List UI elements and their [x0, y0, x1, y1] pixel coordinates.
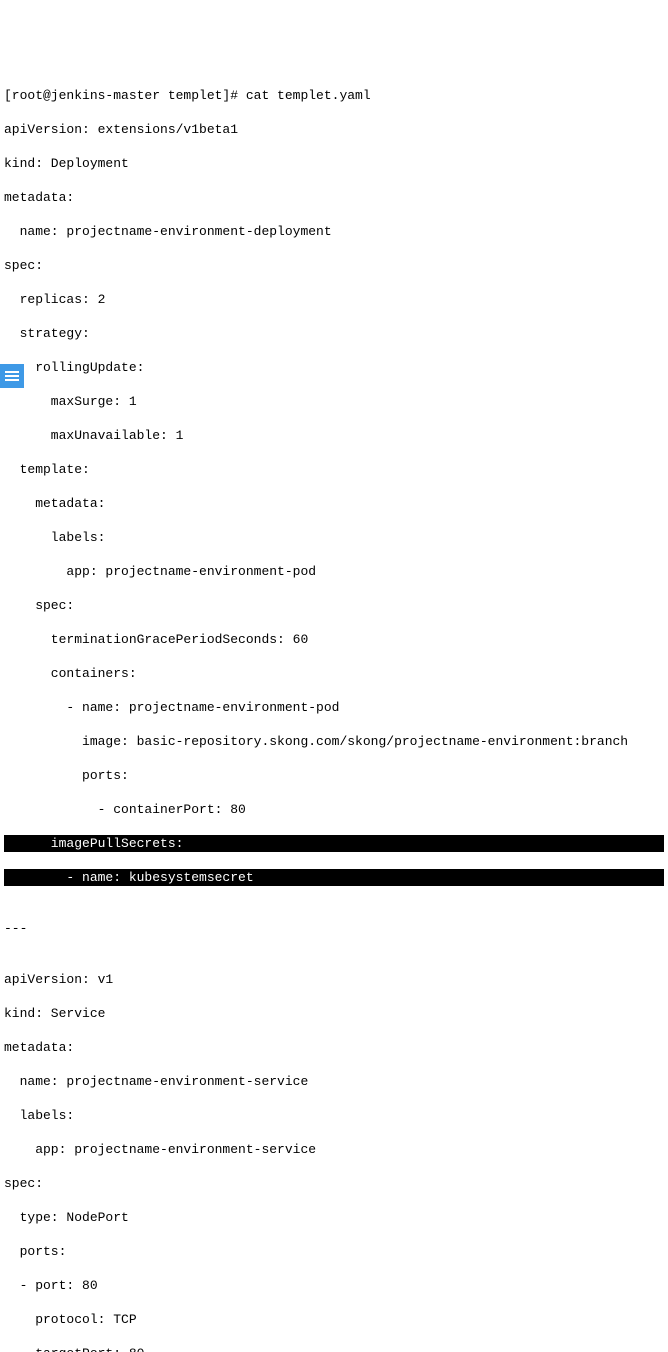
yaml-line: labels:	[4, 1107, 664, 1124]
yaml-line: ports:	[4, 1243, 664, 1260]
yaml-line: strategy:	[4, 325, 664, 342]
prompt-line: [root@jenkins-master templet]# cat templ…	[4, 87, 664, 104]
terminal-output[interactable]: [root@jenkins-master templet]# cat templ…	[0, 68, 668, 1352]
yaml-line: - port: 80	[4, 1277, 664, 1294]
yaml-line: targetPort: 80	[4, 1345, 664, 1352]
yaml-line: apiVersion: v1	[4, 971, 664, 988]
side-panel-toggle[interactable]	[0, 364, 24, 388]
yaml-line: metadata:	[4, 495, 664, 512]
yaml-line: metadata:	[4, 1039, 664, 1056]
yaml-line: kind: Deployment	[4, 155, 664, 172]
yaml-line: ports:	[4, 767, 664, 784]
yaml-separator: ---	[4, 920, 664, 937]
yaml-line: protocol: TCP	[4, 1311, 664, 1328]
yaml-line: containers:	[4, 665, 664, 682]
yaml-line: spec:	[4, 597, 664, 614]
yaml-line: replicas: 2	[4, 291, 664, 308]
yaml-line: - name: projectname-environment-pod	[4, 699, 664, 716]
yaml-line: app: projectname-environment-service	[4, 1141, 664, 1158]
yaml-line: metadata:	[4, 189, 664, 206]
yaml-line: name: projectname-environment-deployment	[4, 223, 664, 240]
yaml-line: labels:	[4, 529, 664, 546]
yaml-line: image: basic-repository.skong.com/skong/…	[4, 733, 664, 750]
yaml-line: maxSurge: 1	[4, 393, 664, 410]
yaml-line: spec:	[4, 1175, 664, 1192]
yaml-line: type: NodePort	[4, 1209, 664, 1226]
yaml-line: template:	[4, 461, 664, 478]
yaml-line: spec:	[4, 257, 664, 274]
hamburger-icon	[5, 371, 19, 381]
highlighted-yaml-line: - name: kubesystemsecret	[4, 869, 664, 886]
yaml-line: rollingUpdate:	[4, 359, 664, 376]
yaml-line: terminationGracePeriodSeconds: 60	[4, 631, 664, 648]
yaml-line: - containerPort: 80	[4, 801, 664, 818]
yaml-line: app: projectname-environment-pod	[4, 563, 664, 580]
yaml-line: name: projectname-environment-service	[4, 1073, 664, 1090]
yaml-line: apiVersion: extensions/v1beta1	[4, 121, 664, 138]
highlighted-yaml-line: imagePullSecrets:	[4, 835, 664, 852]
yaml-line: maxUnavailable: 1	[4, 427, 664, 444]
yaml-line: kind: Service	[4, 1005, 664, 1022]
